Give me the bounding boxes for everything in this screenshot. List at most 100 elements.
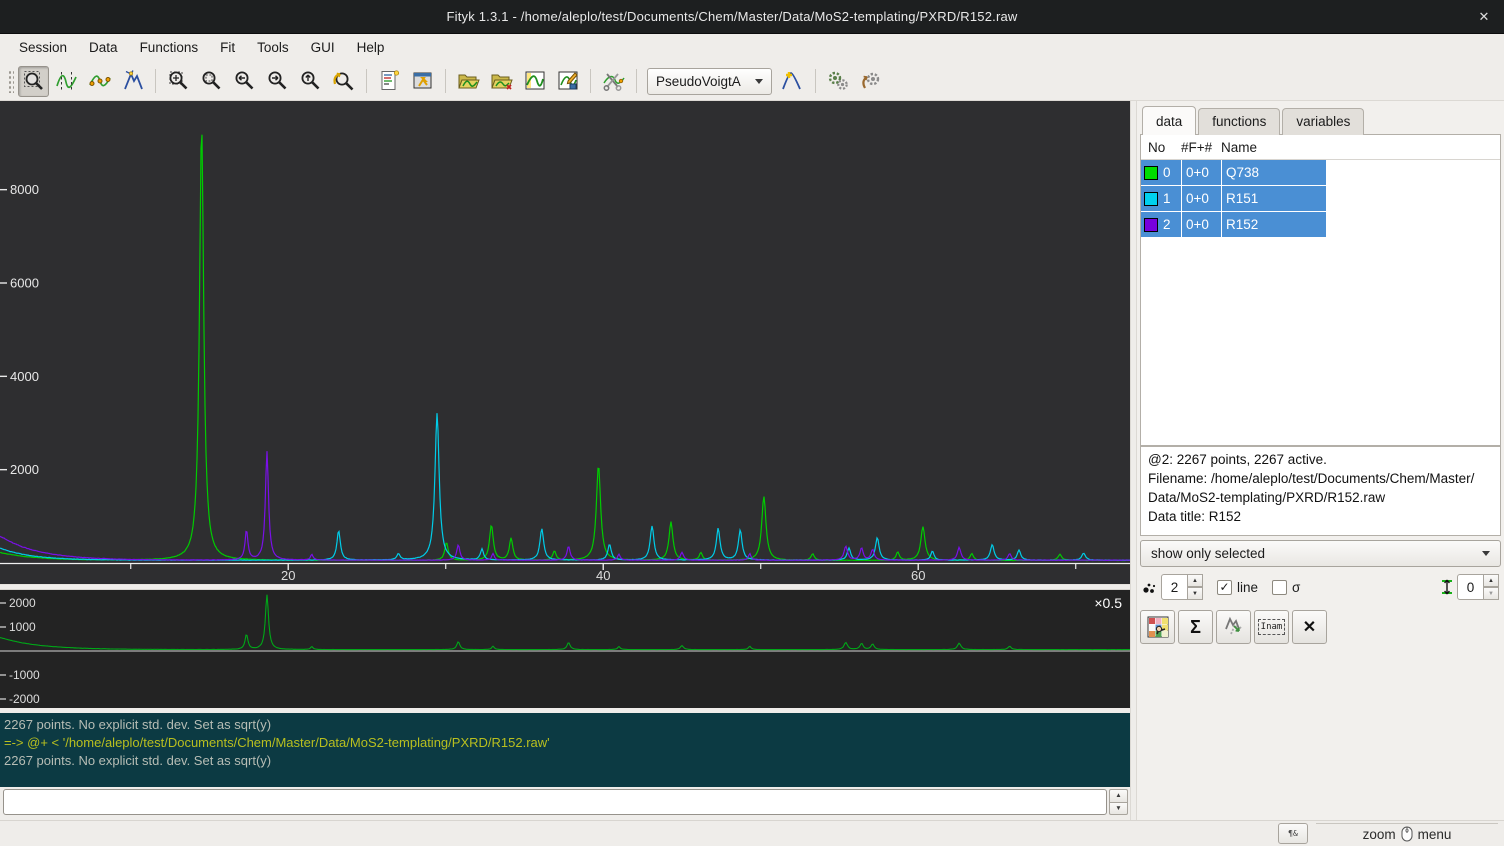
menu-item-session[interactable]: Session	[8, 36, 78, 60]
run-fit-button[interactable]	[823, 66, 854, 97]
rename-label: Inam	[1258, 619, 1286, 635]
spin-up-icon[interactable]: ▲	[1484, 574, 1499, 587]
zoom-left-button[interactable]	[229, 66, 260, 97]
toolbar-grip	[7, 69, 14, 93]
open-folder-icon	[457, 69, 481, 93]
menu-item-help[interactable]: Help	[346, 36, 396, 60]
axis-label: ×0.5	[1094, 595, 1122, 611]
zoom-right-icon	[266, 69, 290, 93]
panel-sash[interactable]	[1130, 101, 1137, 820]
zoom-rect-button[interactable]	[196, 66, 227, 97]
auto-add-peak-button[interactable]	[777, 66, 808, 97]
zoom-mode-icon	[22, 69, 46, 93]
history-down-icon[interactable]: ▼	[1109, 802, 1128, 816]
spin-up-icon[interactable]: ▲	[1188, 574, 1203, 587]
y-shift-spinner[interactable]: 0 ▲▼	[1457, 574, 1499, 600]
zoom-vertical-icon	[299, 69, 323, 93]
close-button[interactable]: ✕	[1464, 9, 1504, 25]
copy-function-icon	[1223, 616, 1245, 638]
show-filter-value: show only selected	[1151, 546, 1265, 561]
data-row-R152[interactable]: 20+0R152	[1141, 212, 1500, 237]
info-line-2: Data/MoS2-templating/PXRD/R152.raw	[1148, 488, 1493, 507]
rename-data-button[interactable]: Inam	[1254, 610, 1289, 644]
delete-data-button[interactable]: ✕	[1292, 610, 1327, 644]
script-icon	[378, 69, 402, 93]
open-data-button[interactable]	[453, 66, 484, 97]
point-size-spinner[interactable]: 2 ▲▼	[1161, 574, 1203, 600]
zoom-undo-button[interactable]	[328, 66, 359, 97]
undo-fit-button[interactable]	[856, 66, 887, 97]
show-filter-dropdown[interactable]: show only selected	[1140, 540, 1501, 567]
dataset-func-count: 0+0	[1182, 160, 1221, 185]
dataset-number: 0	[1163, 165, 1171, 180]
sigma-checkbox[interactable]	[1272, 580, 1287, 595]
dataset-name: R152	[1222, 212, 1326, 237]
menu-item-tools[interactable]: Tools	[246, 36, 300, 60]
toolbar-separator	[155, 69, 156, 93]
zoom-vertical-button[interactable]	[295, 66, 326, 97]
data-view-controls: 2 ▲▼ ✓ line σ 0 ▲▼	[1140, 570, 1501, 604]
menu-item-functions[interactable]: Functions	[129, 36, 210, 60]
dataset-color-swatch	[1144, 218, 1158, 232]
menu-item-fit[interactable]: Fit	[209, 36, 246, 60]
command-input[interactable]	[3, 789, 1107, 815]
history-up-icon[interactable]: ▲	[1109, 789, 1128, 802]
main-plot[interactable]: 2000400060008000204060	[0, 101, 1130, 584]
dataset-number: 1	[1163, 191, 1171, 206]
toolbar: PseudoVoigtA	[0, 62, 1504, 101]
gui-config-button[interactable]	[407, 66, 438, 97]
edit-data-button[interactable]	[552, 66, 583, 97]
menu-item-data[interactable]: Data	[78, 36, 129, 60]
zoom-all-button[interactable]	[163, 66, 194, 97]
column-header-0[interactable]: No	[1141, 140, 1181, 155]
console-line-1: =-> @+ < '/home/aleplo/test/Documents/Ch…	[4, 734, 1126, 752]
activate-mode-icon	[121, 69, 145, 93]
data-colors-button[interactable]	[1140, 610, 1175, 644]
zoom-right-button[interactable]	[262, 66, 293, 97]
column-header-2[interactable]: Name	[1221, 140, 1326, 155]
edit-data-icon	[556, 69, 580, 93]
copy-data-button[interactable]	[1216, 610, 1251, 644]
tab-data[interactable]: data	[1142, 106, 1196, 135]
add-peak-mode-button[interactable]	[84, 66, 115, 97]
command-history-spinner[interactable]: ▲ ▼	[1109, 789, 1128, 815]
auxiliary-plot[interactable]: 20001000-1000-2000×0.5	[0, 590, 1130, 708]
axis-label: 6000	[10, 275, 39, 290]
sidebar-tabs: datafunctionsvariables	[1140, 105, 1501, 135]
spin-down-icon[interactable]: ▼	[1188, 587, 1203, 600]
y-shift-icon	[1440, 577, 1454, 597]
data-list[interactable]: No#F+#Name00+0Q73810+0R15120+0R152	[1140, 135, 1501, 446]
data-table-button[interactable]	[519, 66, 550, 97]
statusbar-config-button[interactable]: ¶&	[1278, 823, 1308, 844]
tab-variables[interactable]: variables	[1282, 108, 1364, 135]
tab-functions[interactable]: functions	[1198, 108, 1280, 135]
sum-button[interactable]: Σ	[1178, 610, 1213, 644]
strip-background-button[interactable]	[598, 66, 629, 97]
activate-data-mode-button[interactable]	[117, 66, 148, 97]
edit-script-button[interactable]	[374, 66, 405, 97]
dataset-color-swatch	[1144, 166, 1158, 180]
zoom-left-icon	[233, 69, 257, 93]
data-row-Q738[interactable]: 00+0Q738	[1141, 160, 1500, 185]
append-data-button[interactable]	[486, 66, 517, 97]
plot-column: 2000400060008000204060 20001000-1000-200…	[0, 101, 1130, 820]
zoom-mode-button[interactable]	[18, 66, 49, 97]
data-range-mode-button[interactable]	[51, 66, 82, 97]
point-size-value: 2	[1161, 574, 1188, 600]
zoom-all-icon	[167, 69, 191, 93]
spin-down-icon[interactable]: ▼	[1484, 587, 1499, 600]
data-info-box: @2: 2267 points, 2267 active.Filename: /…	[1140, 446, 1501, 536]
axis-label: 8000	[10, 182, 39, 197]
column-header-1[interactable]: #F+#	[1181, 140, 1221, 155]
data-row-R151[interactable]: 10+0R151	[1141, 186, 1500, 211]
sum-label: Σ	[1190, 617, 1201, 638]
scissors-curve-icon	[602, 69, 626, 93]
axis-label: -1000	[9, 668, 40, 682]
line-checkbox-label: line	[1237, 580, 1258, 595]
line-checkbox[interactable]: ✓	[1217, 580, 1232, 595]
output-console[interactable]: 2267 points. No explicit std. dev. Set a…	[0, 713, 1130, 787]
menu-item-gui[interactable]: GUI	[300, 36, 346, 60]
dataset-func-count: 0+0	[1182, 186, 1221, 211]
axis-label: 2000	[9, 596, 36, 610]
function-type-dropdown[interactable]: PseudoVoigtA	[647, 68, 772, 95]
